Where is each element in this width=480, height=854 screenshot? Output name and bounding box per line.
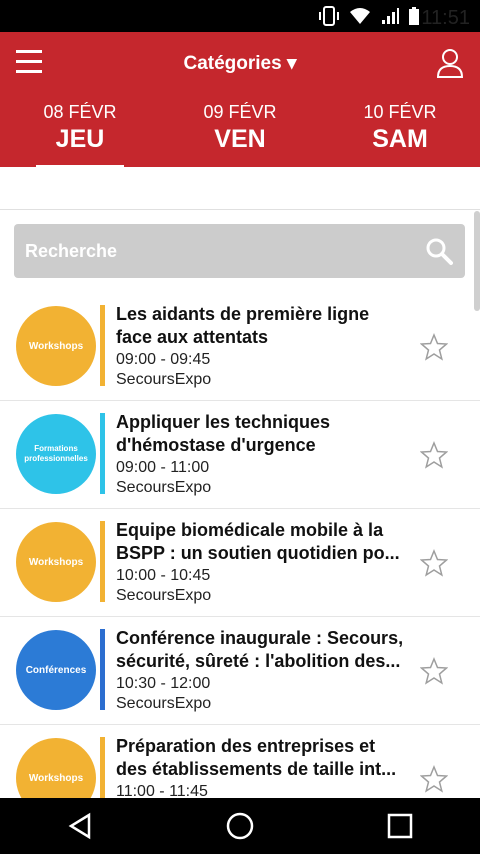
signal-icon <box>382 8 399 24</box>
tab-day-1[interactable]: 08 FÉVR JEU <box>0 102 160 168</box>
category-bar <box>100 521 105 602</box>
session-title: Appliquer les techniques d'hémostase d'u… <box>116 412 331 455</box>
system-nav-bar <box>0 798 480 854</box>
star-icon[interactable] <box>420 549 448 577</box>
session-place: SecoursExpo <box>116 371 212 388</box>
search-bar[interactable]: Recherche <box>14 224 465 278</box>
list-item[interactable]: Workshops Equipe biomédicale mobile à la… <box>0 509 480 617</box>
vibrate-icon <box>319 6 339 26</box>
session-time: 09:00 - 09:45 <box>116 351 211 368</box>
day-tabs: 08 FÉVR JEU 09 FÉVR VEN 10 FÉVR SAM <box>0 102 480 168</box>
session-title: Les aidants de première ligne face aux a… <box>116 304 370 347</box>
session-title: Préparation des entreprises et des établ… <box>116 736 397 779</box>
day-weekday: JEU <box>55 125 105 153</box>
category-badge: Workshops <box>16 306 96 386</box>
search-placeholder: Recherche <box>25 241 118 261</box>
star-icon[interactable] <box>420 333 448 361</box>
category-bar <box>100 629 105 710</box>
back-icon[interactable] <box>65 811 95 841</box>
app-header: Catégories ▾ 08 FÉVR JEU 09 FÉVR VEN 10 … <box>0 32 480 168</box>
star-icon[interactable] <box>420 657 448 685</box>
session-place: SecoursExpo <box>116 695 212 712</box>
session-time: 09:00 - 11:00 <box>116 459 210 476</box>
day-weekday: VEN <box>214 125 266 153</box>
status-time: 11:51 <box>421 7 470 29</box>
list-item[interactable]: Formations professionnelles Appliquer le… <box>0 401 480 509</box>
category-bar <box>100 413 105 494</box>
list-item[interactable]: Workshops Les aidants de première ligne … <box>0 293 480 401</box>
day-date: 08 FÉVR <box>43 102 117 122</box>
tab-day-3[interactable]: 10 FÉVR SAM <box>320 102 480 164</box>
battery-icon <box>409 7 419 25</box>
session-title: Equipe biomédicale mobile à la BSPP : un… <box>116 520 400 563</box>
category-badge: Formations professionnelles <box>16 414 96 494</box>
session-list: Workshops Les aidants de première ligne … <box>0 293 480 833</box>
star-icon[interactable] <box>420 765 448 793</box>
day-date: 10 FÉVR <box>363 102 437 122</box>
status-bar: 11:51 <box>0 0 480 32</box>
wifi-icon <box>350 8 370 24</box>
spacer <box>0 167 480 210</box>
list-item[interactable]: Conférences Conférence inaugurale : Seco… <box>0 617 480 725</box>
recents-icon[interactable] <box>385 811 415 841</box>
search-icon[interactable] <box>425 237 453 265</box>
session-title: Conférence inaugurale : Secours, sécurit… <box>116 628 404 671</box>
day-date: 09 FÉVR <box>203 102 277 122</box>
tab-day-2[interactable]: 09 FÉVR VEN <box>160 102 320 164</box>
category-badge: Workshops <box>16 522 96 602</box>
session-place: SecoursExpo <box>116 479 212 496</box>
home-icon[interactable] <box>225 811 255 841</box>
day-weekday: SAM <box>372 125 428 153</box>
category-bar <box>100 305 105 386</box>
session-place: SecoursExpo <box>116 587 212 604</box>
session-time: 10:00 - 10:45 <box>116 567 211 584</box>
star-icon[interactable] <box>420 441 448 469</box>
category-badge: Conférences <box>16 630 96 710</box>
session-time: 10:30 - 12:00 <box>116 675 211 692</box>
user-icon[interactable] <box>436 48 464 78</box>
categories-dropdown[interactable]: Catégories ▾ <box>0 52 480 75</box>
